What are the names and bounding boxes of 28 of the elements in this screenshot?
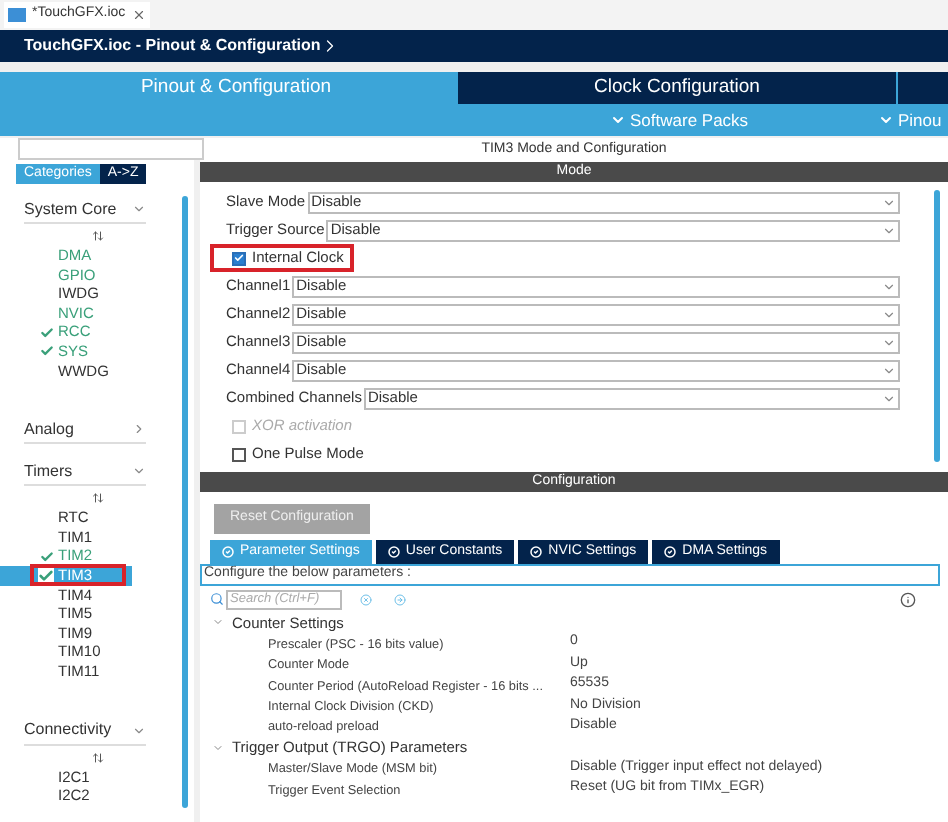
chevron-icon [212, 616, 224, 629]
search-icon [210, 592, 224, 606]
chevron-icon [132, 723, 146, 737]
category-header[interactable]: Analog [24, 416, 146, 445]
scrollbar[interactable] [182, 196, 188, 808]
check-icon [234, 252, 244, 264]
scrollbar[interactable] [934, 190, 940, 462]
chevron-icon [132, 422, 146, 437]
category-header[interactable]: Timers [24, 458, 146, 487]
check-circle-icon [222, 546, 234, 558]
chevron-icon [878, 112, 894, 128]
chevron-icon [610, 112, 626, 128]
check-circle-icon [387, 546, 400, 558]
check-circle-icon [530, 546, 543, 558]
category-header[interactable]: Connectivity [24, 717, 146, 745]
search-field[interactable] [18, 138, 204, 160]
sort-icon[interactable] [92, 751, 104, 763]
sort-icon[interactable] [92, 492, 104, 505]
chevron-icon [132, 464, 146, 479]
info-icon[interactable] [900, 591, 916, 607]
chevron-icon [212, 741, 224, 754]
file-icon [8, 8, 26, 22]
chevron-icon [132, 202, 146, 216]
check-circle-icon [664, 546, 677, 558]
category-header[interactable]: System Core [24, 196, 146, 224]
main-tab[interactable]: Clock Configuration [456, 72, 896, 104]
sort-icon[interactable] [92, 230, 104, 242]
close-icon[interactable] [131, 8, 146, 22]
